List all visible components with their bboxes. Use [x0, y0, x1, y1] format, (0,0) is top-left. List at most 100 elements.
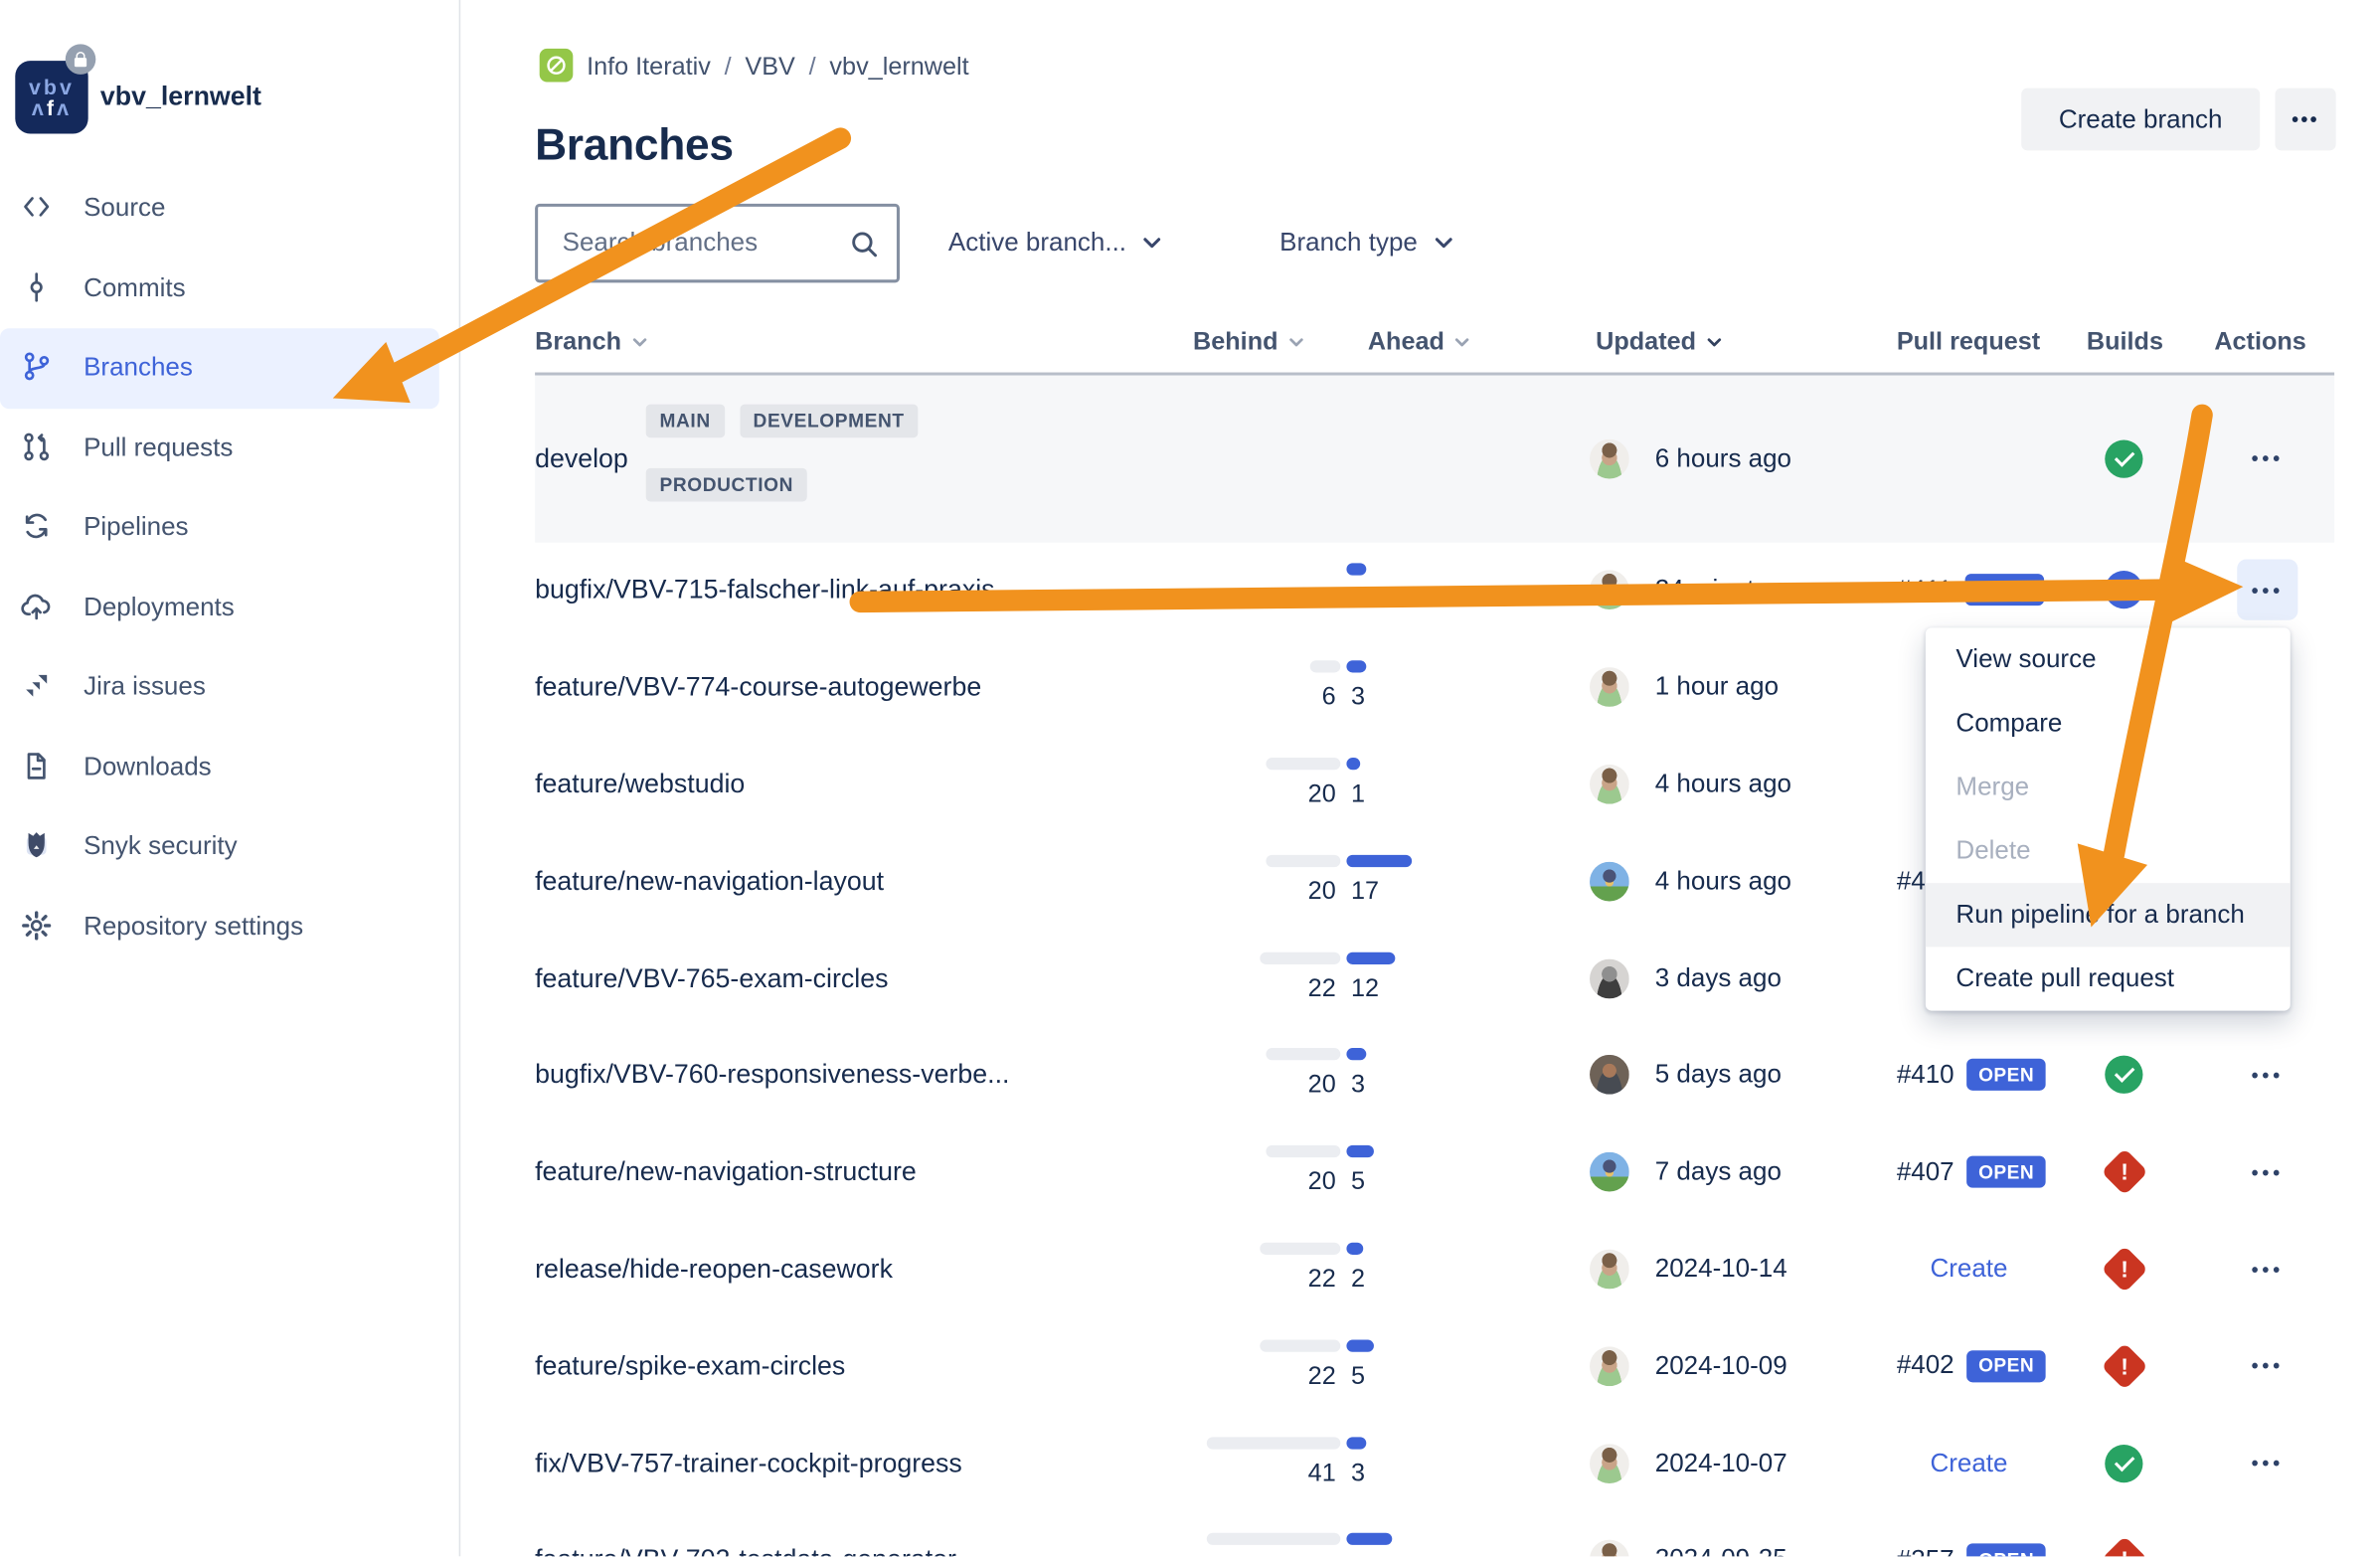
- build-failed-icon[interactable]: [2101, 1342, 2148, 1390]
- row-actions-button[interactable]: •••: [2237, 1433, 2297, 1493]
- menu-item-compare[interactable]: Compare: [1926, 692, 2291, 756]
- avatar[interactable]: [1590, 862, 1629, 902]
- sidebar-item-repository-settings[interactable]: Repository settings: [0, 887, 459, 966]
- ahead-count: 5: [1351, 1362, 1365, 1391]
- breadcrumb-item[interactable]: vbv_lernwelt: [829, 54, 968, 83]
- row-actions-button[interactable]: •••: [2237, 1336, 2297, 1397]
- avatar[interactable]: [1590, 1444, 1629, 1483]
- avatar[interactable]: [1590, 1346, 1629, 1386]
- behind-ahead-indicator: 22 12: [1213, 952, 1474, 1005]
- pr-number[interactable]: #357: [1897, 1545, 1955, 1557]
- menu-item-view-source[interactable]: View source: [1926, 627, 2291, 691]
- behind-count: 20: [1308, 1168, 1336, 1197]
- branch-name[interactable]: bugfix/VBV-715-falscher-link-auf-praxis.…: [535, 575, 1017, 606]
- column-header-branch[interactable]: Branch: [535, 328, 648, 357]
- page-more-button[interactable]: •••: [2275, 88, 2335, 151]
- pr-number[interactable]: #411: [1897, 576, 1953, 606]
- build-success-icon[interactable]: [2105, 439, 2142, 477]
- avatar[interactable]: [1590, 571, 1629, 610]
- pr-status-badge: OPEN: [1966, 1350, 2046, 1382]
- avatar[interactable]: [1590, 1250, 1629, 1290]
- column-header-pull-request: Pull request: [1897, 328, 2040, 357]
- build-failed-icon[interactable]: [2101, 1148, 2148, 1196]
- sidebar-item-pull-requests[interactable]: Pull requests: [0, 408, 459, 487]
- repo-avatar-line1: vbv: [29, 76, 75, 96]
- row-actions-button[interactable]: •••: [2237, 1045, 2297, 1106]
- private-lock-icon: [66, 44, 96, 75]
- pr-number[interactable]: #410: [1897, 1060, 1955, 1091]
- row-actions-button[interactable]: •••: [2237, 1239, 2297, 1299]
- pr-number[interactable]: #407: [1897, 1157, 1955, 1188]
- row-actions-button[interactable]: •••: [2237, 1141, 2297, 1202]
- sidebar-item-pipelines[interactable]: Pipelines: [0, 488, 459, 568]
- pull-request-cell[interactable]: #410OPEN: [1897, 1059, 2047, 1091]
- table-row: bugfix/VBV-760-responsiveness-verbe... 2…: [535, 1027, 2334, 1124]
- sidebar-item-snyk-security[interactable]: Snyk security: [0, 807, 459, 887]
- build-failed-icon[interactable]: [2101, 1246, 2148, 1294]
- sidebar-item-commits[interactable]: Commits: [0, 249, 459, 328]
- branch-name[interactable]: feature/webstudio: [535, 769, 745, 800]
- create-pull-request-link[interactable]: Create: [1930, 1448, 2007, 1478]
- build-success-icon[interactable]: [2105, 1056, 2142, 1094]
- create-branch-button[interactable]: Create branch: [2021, 88, 2260, 151]
- column-header-behind[interactable]: Behind: [1193, 328, 1305, 357]
- breadcrumb-item[interactable]: Info Iterativ: [587, 54, 711, 83]
- menu-item-create-pull-request[interactable]: Create pull request: [1926, 947, 2291, 1010]
- avatar[interactable]: [1590, 438, 1629, 478]
- branch-type-filter[interactable]: Branch type: [1271, 215, 1463, 272]
- behind-ahead-indicator: 20 1: [1213, 758, 1474, 811]
- ahead-count: 3: [1351, 684, 1365, 713]
- build-in-progress-icon[interactable]: [2105, 572, 2142, 609]
- build-success-icon[interactable]: [2105, 1445, 2142, 1482]
- sidebar-item-deployments[interactable]: Deployments: [0, 568, 459, 647]
- branch-name[interactable]: feature/new-navigation-structure: [535, 1156, 917, 1188]
- ahead-count: 12: [1351, 974, 1379, 1003]
- branch-name[interactable]: develop: [535, 442, 628, 474]
- pr-number[interactable]: #402: [1897, 1351, 1955, 1382]
- create-pull-request-link[interactable]: Create: [1930, 1254, 2007, 1285]
- sidebar-item-source[interactable]: Source: [0, 169, 459, 249]
- sidebar-item-downloads[interactable]: Downloads: [0, 727, 459, 806]
- sidebar-item-label: Source: [84, 194, 165, 225]
- branch-name[interactable]: feature/spike-exam-circles: [535, 1350, 845, 1382]
- branch-name[interactable]: bugfix/VBV-760-responsiveness-verbe...: [535, 1059, 1009, 1091]
- avatar[interactable]: [1590, 1056, 1629, 1096]
- column-header-updated[interactable]: Updated: [1596, 328, 1723, 357]
- avatar[interactable]: [1590, 1540, 1629, 1556]
- avatar[interactable]: [1590, 668, 1629, 708]
- build-failed-icon[interactable]: [2101, 1536, 2148, 1556]
- branch-name[interactable]: feature/VBV-774-course-autogewerbe: [535, 671, 981, 703]
- sidebar-item-branches[interactable]: Branches: [0, 328, 439, 408]
- table-row: feature/new-navigation-structure 20 5 7 …: [535, 1124, 2334, 1221]
- chevron-down-icon: [1141, 236, 1162, 251]
- table-row: feature/VBV-702-testdata-generator 68 11…: [535, 1511, 2334, 1556]
- branch-name[interactable]: feature/VBV-765-exam-circles: [535, 962, 888, 994]
- sidebar-item-jira-issues[interactable]: Jira issues: [0, 647, 459, 727]
- pr-number[interactable]: #4: [1897, 866, 1926, 897]
- branch-name[interactable]: release/hide-reopen-casework: [535, 1254, 893, 1286]
- search-input[interactable]: [560, 227, 838, 260]
- avatar[interactable]: [1590, 958, 1629, 998]
- breadcrumb-separator: /: [809, 54, 816, 83]
- sidebar: vbv ʌfʌ vbv_lernwelt Source Commits Bran…: [0, 0, 460, 1556]
- page-title: Branches: [535, 122, 734, 172]
- menu-item-run-pipeline-for-a-branch[interactable]: Run pipeline for a branch: [1926, 883, 2291, 947]
- active-branches-filter[interactable]: Active branch...: [939, 215, 1172, 272]
- pull-request-cell[interactable]: #4: [1897, 866, 1926, 897]
- avatar[interactable]: [1590, 1152, 1629, 1192]
- avatar[interactable]: [1590, 765, 1629, 804]
- pull-request-cell[interactable]: #407OPEN: [1897, 1156, 2047, 1188]
- row-actions-button[interactable]: •••: [2237, 1530, 2297, 1557]
- row-actions-button[interactable]: •••: [2237, 560, 2297, 620]
- pull-request-cell[interactable]: #402 OPEN: [1897, 1350, 2047, 1382]
- breadcrumb-item[interactable]: VBV: [745, 54, 794, 83]
- behind-count: 6: [1322, 684, 1336, 713]
- branch-name[interactable]: feature/VBV-702-testdata-generator: [535, 1544, 956, 1556]
- column-header-ahead[interactable]: Ahead: [1368, 328, 1472, 357]
- row-actions-button[interactable]: •••: [2237, 429, 2297, 489]
- branch-name[interactable]: feature/new-navigation-layout: [535, 865, 884, 897]
- updated-time: 2024-10-07: [1655, 1448, 1787, 1478]
- pull-request-cell[interactable]: #411OPEN: [1897, 575, 2045, 606]
- branch-name[interactable]: fix/VBV-757-trainer-cockpit-progress: [535, 1448, 962, 1479]
- pull-request-cell[interactable]: #357OPEN: [1897, 1544, 2047, 1556]
